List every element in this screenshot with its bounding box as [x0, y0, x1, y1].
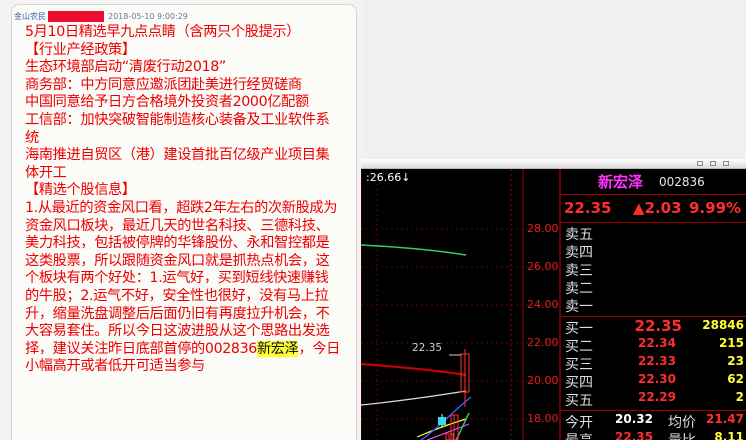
bid-row[interactable]: 买二 22.34 215 — [561, 336, 746, 355]
stock-commentary-text: 1.从最近的资金风口看，超跌2年左右的次新股成为资金风口板块，最近几天的世名科技… — [25, 199, 338, 357]
y-tick-label: 28.00 — [527, 222, 559, 235]
price-change: ▲2.03 — [633, 199, 682, 217]
ask-level-label: 卖三 — [565, 263, 593, 279]
sender-name[interactable]: 金山农民 — [14, 11, 46, 22]
highlighted-stock-name: 新宏泽 — [256, 340, 299, 357]
ma-value: 26.66 — [369, 171, 402, 184]
y-tick-label: 22.00 — [527, 336, 559, 349]
restore-icon[interactable] — [697, 161, 703, 166]
news-item: 工信部：加快突破智能制造核心装备及工业软件系统 — [25, 111, 330, 146]
y-tick-label: 26.00 — [527, 260, 559, 273]
y-tick-label: 18.00 — [527, 412, 559, 425]
message-bubble[interactable]: 金山农民 2018-05-10 9:00:29 5月10日精选早九点点睛（含两只… — [11, 4, 357, 440]
news-item: 生态环境部启动“清废行动2018” — [25, 59, 226, 76]
divider — [561, 194, 746, 195]
candle — [438, 417, 446, 425]
bid-row[interactable]: 买三 22.33 23 — [561, 354, 746, 373]
divider — [561, 222, 746, 223]
message-header: 金山农民 2018-05-10 9:00:29 — [14, 9, 188, 23]
trading-terminal-window: :26.66↓ 22.35 28.00 26.00 24.00 22.00 20… — [361, 159, 746, 440]
ma-readout: :26.66↓ — [366, 171, 411, 184]
price-annotation: 22.35 — [412, 342, 443, 354]
y-tick-label: 20.00 — [527, 374, 559, 387]
window-icon[interactable] — [723, 161, 729, 166]
section-heading-stocks: 【精选个股信息】 — [25, 182, 136, 199]
quote-panel: 新宏泽 002836 22.35 ▲2.03 9.99% 卖五 卖四 卖三 卖二… — [561, 169, 746, 440]
chat-window: 金山农民 2018-05-10 9:00:29 5月10日精选早九点点睛（含两只… — [0, 0, 362, 440]
bid-row[interactable]: 买一 22.35 28846 — [561, 317, 746, 337]
y-tick-label: 24.00 — [527, 298, 559, 311]
maximize-icon[interactable] — [710, 161, 716, 166]
bid-row[interactable]: 买五 22.29 2 — [561, 390, 746, 409]
divider — [561, 410, 746, 411]
last-price: 22.35 — [564, 199, 612, 217]
bid-row[interactable]: 买四 22.30 62 — [561, 372, 746, 391]
stat-row: 最高 22.35 量比 8.11 — [565, 430, 744, 440]
message-timestamp: 2018-05-10 9:00:29 — [108, 11, 188, 21]
stock-code: 002836 — [659, 175, 705, 189]
ma-line-white — [361, 390, 467, 406]
ask-level-label: 卖一 — [565, 299, 593, 315]
down-arrow-icon: ↓ — [401, 171, 411, 184]
news-item: 中国同意给予日方合格境外投资者2000亿配额 — [25, 94, 309, 111]
stat-row: 今开 20.32 均价 21.47 — [565, 412, 744, 431]
ask-level-label: 卖四 — [565, 245, 593, 261]
stock-name[interactable]: 新宏泽 — [598, 171, 643, 192]
message-body: 5月10日精选早九点点睛（含两只个股提示） 【行业产经政策】 生态环境部启动“清… — [25, 24, 341, 376]
candlestick-chart[interactable]: :26.66↓ 22.35 28.00 26.00 24.00 22.00 20… — [361, 169, 559, 440]
message-title: 5月10日精选早九点点睛（含两只个股提示） — [25, 24, 301, 40]
price-change-percent: 9.99% — [689, 199, 742, 217]
stock-commentary: 1.从最近的资金风口看，超跌2年左右的次新股成为资金风口板块，最近几天的世名科技… — [25, 200, 341, 376]
redacted-block — [48, 10, 104, 22]
news-item: 商务部：中方同意应邀派团赴美进行经贸磋商 — [25, 76, 302, 93]
ask-level-label: 卖二 — [565, 281, 593, 297]
ask-level-label: 卖五 — [565, 227, 593, 243]
terminal-titlebar[interactable] — [361, 159, 746, 169]
section-heading-policy: 【行业产经政策】 — [25, 41, 136, 58]
news-item: 海南推进自贸区（港）建设首批百亿级产业项目集体开工 — [25, 147, 330, 181]
